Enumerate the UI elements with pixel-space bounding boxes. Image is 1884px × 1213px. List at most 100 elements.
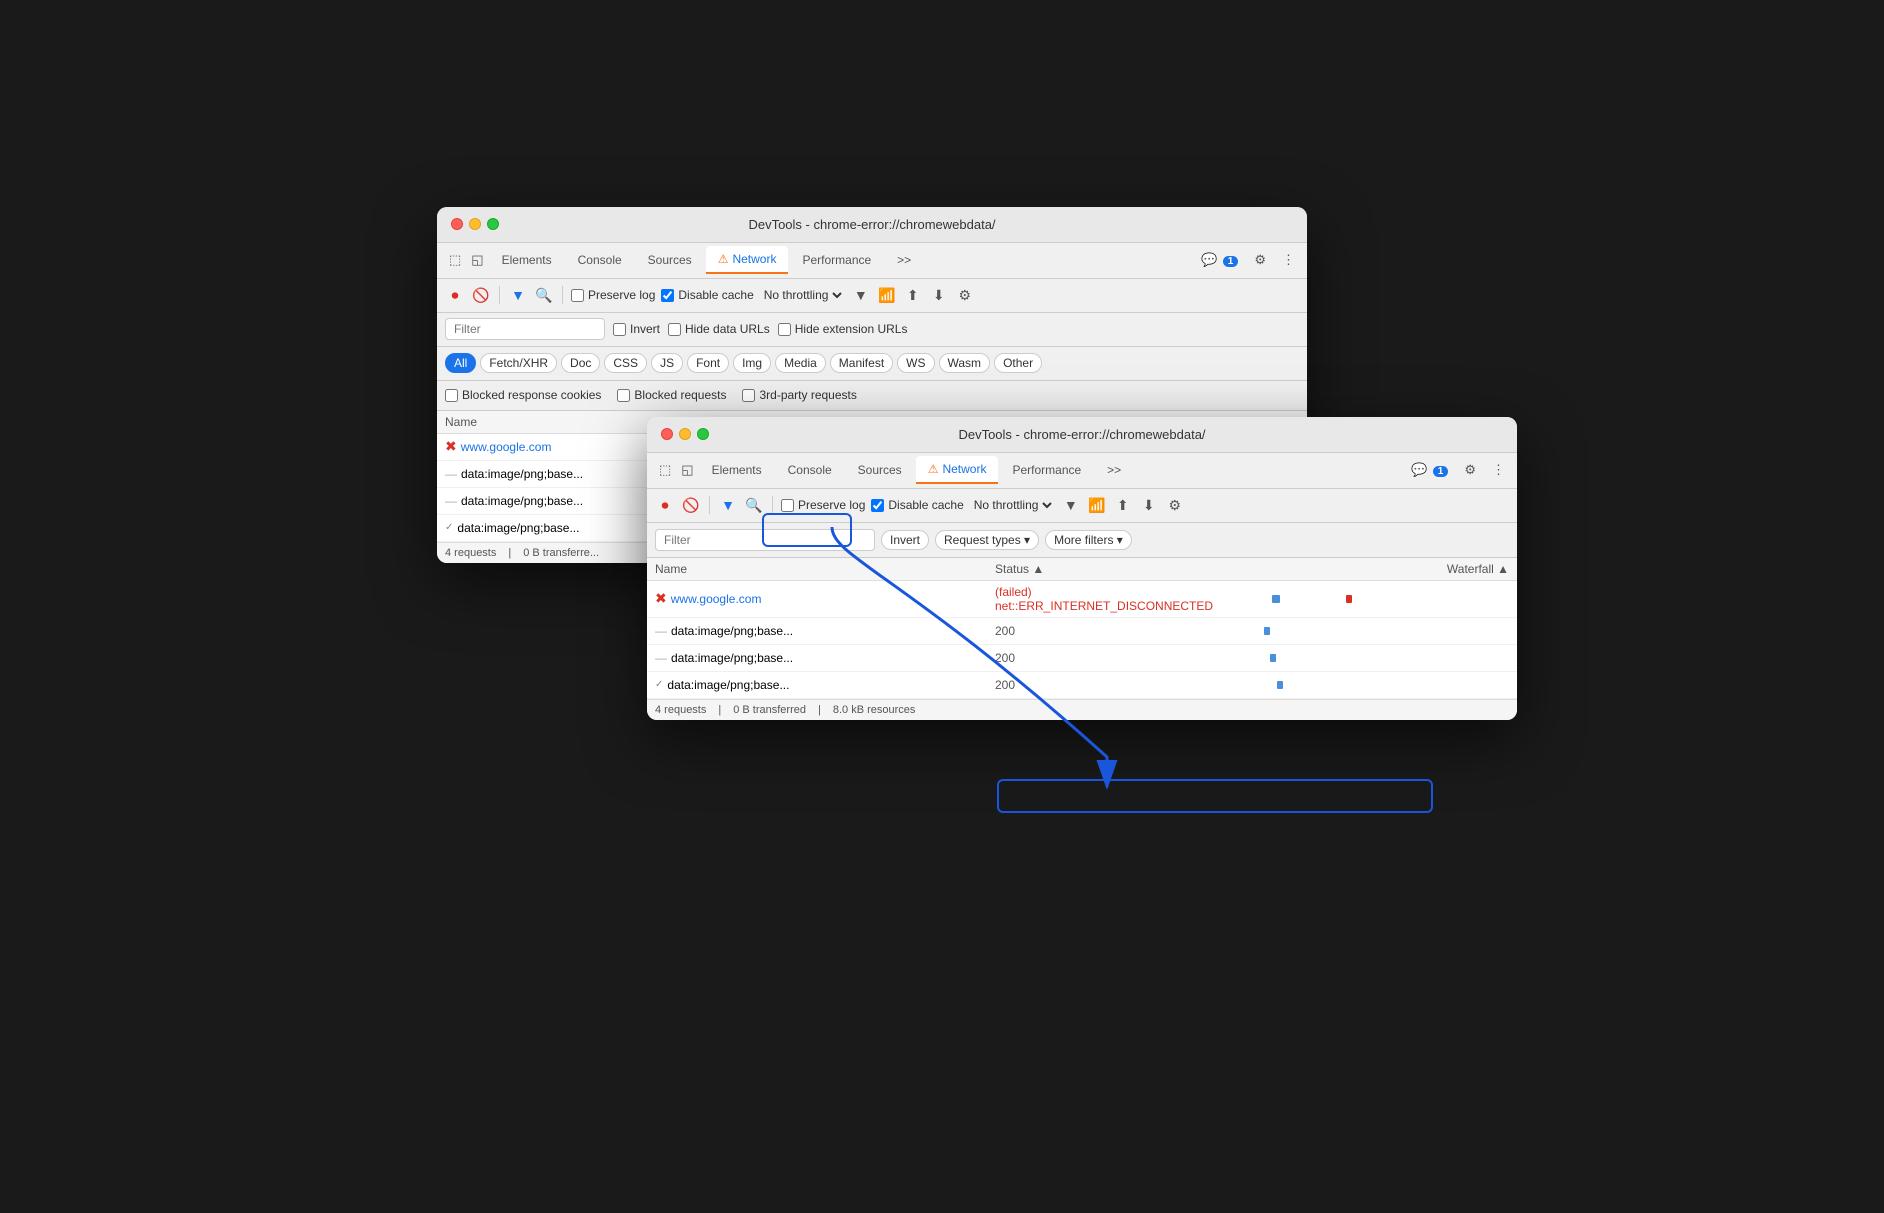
message-icon-1[interactable]: 💬 1 <box>1197 250 1242 270</box>
search-btn-1[interactable]: 🔍 <box>534 285 554 305</box>
filter-input-1[interactable] <box>445 318 605 340</box>
tab-more-2[interactable]: >> <box>1095 457 1133 483</box>
status-bar-2: 4 requests | 0 B transferred | 8.0 kB re… <box>647 699 1517 720</box>
more-icon-2[interactable]: ⋮ <box>1488 460 1509 480</box>
row-status-2-2: 200 <box>995 624 1195 638</box>
throttle-down-2[interactable]: ▼ <box>1061 495 1081 515</box>
filter-input-2[interactable] <box>655 529 875 551</box>
network-settings-1[interactable]: ⚙ <box>955 285 975 305</box>
throttle-down-1[interactable]: ▼ <box>851 285 871 305</box>
minimize-button-2[interactable] <box>679 428 691 440</box>
request-types-btn-2[interactable]: Request types ▾ <box>935 530 1039 550</box>
cursor-icon-2[interactable]: ⬚ <box>655 460 675 480</box>
row-dash-1-3: — <box>445 494 457 508</box>
record-btn-1[interactable]: ⏺ <box>445 285 465 305</box>
type-btn-doc-1[interactable]: Doc <box>561 353 600 373</box>
row-checkmark-2-4: ✓ <box>655 679 663 690</box>
tab-network-1[interactable]: ⚠Network <box>706 246 789 274</box>
maximize-button-2[interactable] <box>697 428 709 440</box>
clear-btn-2[interactable]: 🚫 <box>681 495 701 515</box>
type-btn-font-1[interactable]: Font <box>687 353 729 373</box>
disable-cache-cb-2[interactable] <box>871 499 884 512</box>
row-dash-1-2: — <box>445 467 457 481</box>
type-btn-all-1[interactable]: All <box>445 353 476 373</box>
col-name-header-2: Name <box>655 562 995 576</box>
preserve-log-cb-2[interactable] <box>781 499 794 512</box>
disable-cache-cb-1[interactable] <box>661 289 674 302</box>
tab-elements-1[interactable]: Elements <box>490 247 564 273</box>
clear-btn-1[interactable]: 🚫 <box>471 285 491 305</box>
type-btn-media-1[interactable]: Media <box>775 353 826 373</box>
title-bar-1: DevTools - chrome-error://chromewebdata/ <box>437 207 1307 243</box>
more-filters-btn-2[interactable]: More filters ▾ <box>1045 530 1132 550</box>
throttle-select-1[interactable]: No throttling <box>760 287 845 303</box>
table-row-2-3[interactable]: — data:image/png;base... 200 <box>647 645 1517 672</box>
preserve-log-cb-1[interactable] <box>571 289 584 302</box>
table-row-2-2[interactable]: — data:image/png;base... 200 <box>647 618 1517 645</box>
devtools-window-2: DevTools - chrome-error://chromewebdata/… <box>647 417 1517 720</box>
resources-size-2: 8.0 kB resources <box>833 704 916 716</box>
table-row-2-4[interactable]: ✓ data:image/png;base... 200 <box>647 672 1517 699</box>
invert-btn-2[interactable]: Invert <box>881 530 929 550</box>
row-link-2-1[interactable]: www.google.com <box>671 592 762 606</box>
type-btn-css-1[interactable]: CSS <box>604 353 647 373</box>
separator-1: | <box>508 547 511 559</box>
inspect-icon[interactable]: ◱ <box>467 250 487 270</box>
upload-icon-2[interactable]: ⬆ <box>1113 495 1133 515</box>
tab-performance-2[interactable]: Performance <box>1000 457 1093 483</box>
cursor-icon[interactable]: ⬚ <box>445 250 465 270</box>
blocked-resp-cb-1[interactable] <box>445 389 458 402</box>
tab-sources-1[interactable]: Sources <box>636 247 704 273</box>
tab-performance-1[interactable]: Performance <box>790 247 883 273</box>
filter-btn-2[interactable]: ▼ <box>718 495 738 515</box>
tab-network-2[interactable]: ⚠Network <box>916 456 999 484</box>
close-button-2[interactable] <box>661 428 673 440</box>
type-btn-other-1[interactable]: Other <box>994 353 1042 373</box>
network-settings-2[interactable]: ⚙ <box>1165 495 1185 515</box>
type-btn-fetch-1[interactable]: Fetch/XHR <box>480 353 557 373</box>
close-button-1[interactable] <box>451 218 463 230</box>
tab-console-1[interactable]: Console <box>566 247 634 273</box>
upload-icon-1[interactable]: ⬆ <box>903 285 923 305</box>
type-btn-js-1[interactable]: JS <box>651 353 683 373</box>
warning-icon-2: ⚠ <box>928 462 939 476</box>
row-waterfall-2-3 <box>1195 649 1509 667</box>
maximize-button-1[interactable] <box>487 218 499 230</box>
download-icon-1[interactable]: ⬇ <box>929 285 949 305</box>
inspect-icon-2[interactable]: ◱ <box>677 460 697 480</box>
download-icon-2[interactable]: ⬇ <box>1139 495 1159 515</box>
type-btn-manifest-1[interactable]: Manifest <box>830 353 893 373</box>
row-dash-2-2: — <box>655 624 667 638</box>
row-label-1-3: data:image/png;base... <box>461 494 583 508</box>
row-status-2-4: 200 <box>995 678 1195 692</box>
table-row-2-1[interactable]: ✖ www.google.com (failed) net::ERR_INTER… <box>647 581 1517 618</box>
tab-elements-2[interactable]: Elements <box>700 457 774 483</box>
type-btn-img-1[interactable]: Img <box>733 353 771 373</box>
row-link-1-1[interactable]: www.google.com <box>461 440 552 454</box>
type-btn-wasm-1[interactable]: Wasm <box>939 353 991 373</box>
hide-ext-urls-cb-1[interactable] <box>778 323 791 336</box>
settings-icon-1[interactable]: ⚙ <box>1250 250 1270 270</box>
settings-icon-2[interactable]: ⚙ <box>1460 460 1480 480</box>
invert-label-1: Invert <box>613 322 660 336</box>
third-party-cb-1[interactable] <box>742 389 755 402</box>
tab-more-1[interactable]: >> <box>885 247 923 273</box>
record-btn-2[interactable]: ⏺ <box>655 495 675 515</box>
title-bar-2: DevTools - chrome-error://chromewebdata/ <box>647 417 1517 453</box>
filter-btn-1[interactable]: ▼ <box>508 285 528 305</box>
minimize-button-1[interactable] <box>469 218 481 230</box>
tab-console-2[interactable]: Console <box>776 457 844 483</box>
wifi-icon-2: 📶 <box>1087 495 1107 515</box>
tab-sources-2[interactable]: Sources <box>846 457 914 483</box>
row-status-2-3: 200 <box>995 651 1195 665</box>
type-btn-ws-1[interactable]: WS <box>897 353 934 373</box>
search-btn-2[interactable]: 🔍 <box>744 495 764 515</box>
more-icon-1[interactable]: ⋮ <box>1278 250 1299 270</box>
row-name-2-4: ✓ data:image/png;base... <box>655 678 995 692</box>
message-icon-2[interactable]: 💬 1 <box>1407 460 1452 480</box>
hide-data-urls-cb-1[interactable] <box>668 323 681 336</box>
blocked-req-cb-1[interactable] <box>617 389 630 402</box>
invert-cb-1[interactable] <box>613 323 626 336</box>
throttle-select-2[interactable]: No throttling <box>970 497 1055 513</box>
row-name-2-1: ✖ www.google.com <box>655 590 995 607</box>
